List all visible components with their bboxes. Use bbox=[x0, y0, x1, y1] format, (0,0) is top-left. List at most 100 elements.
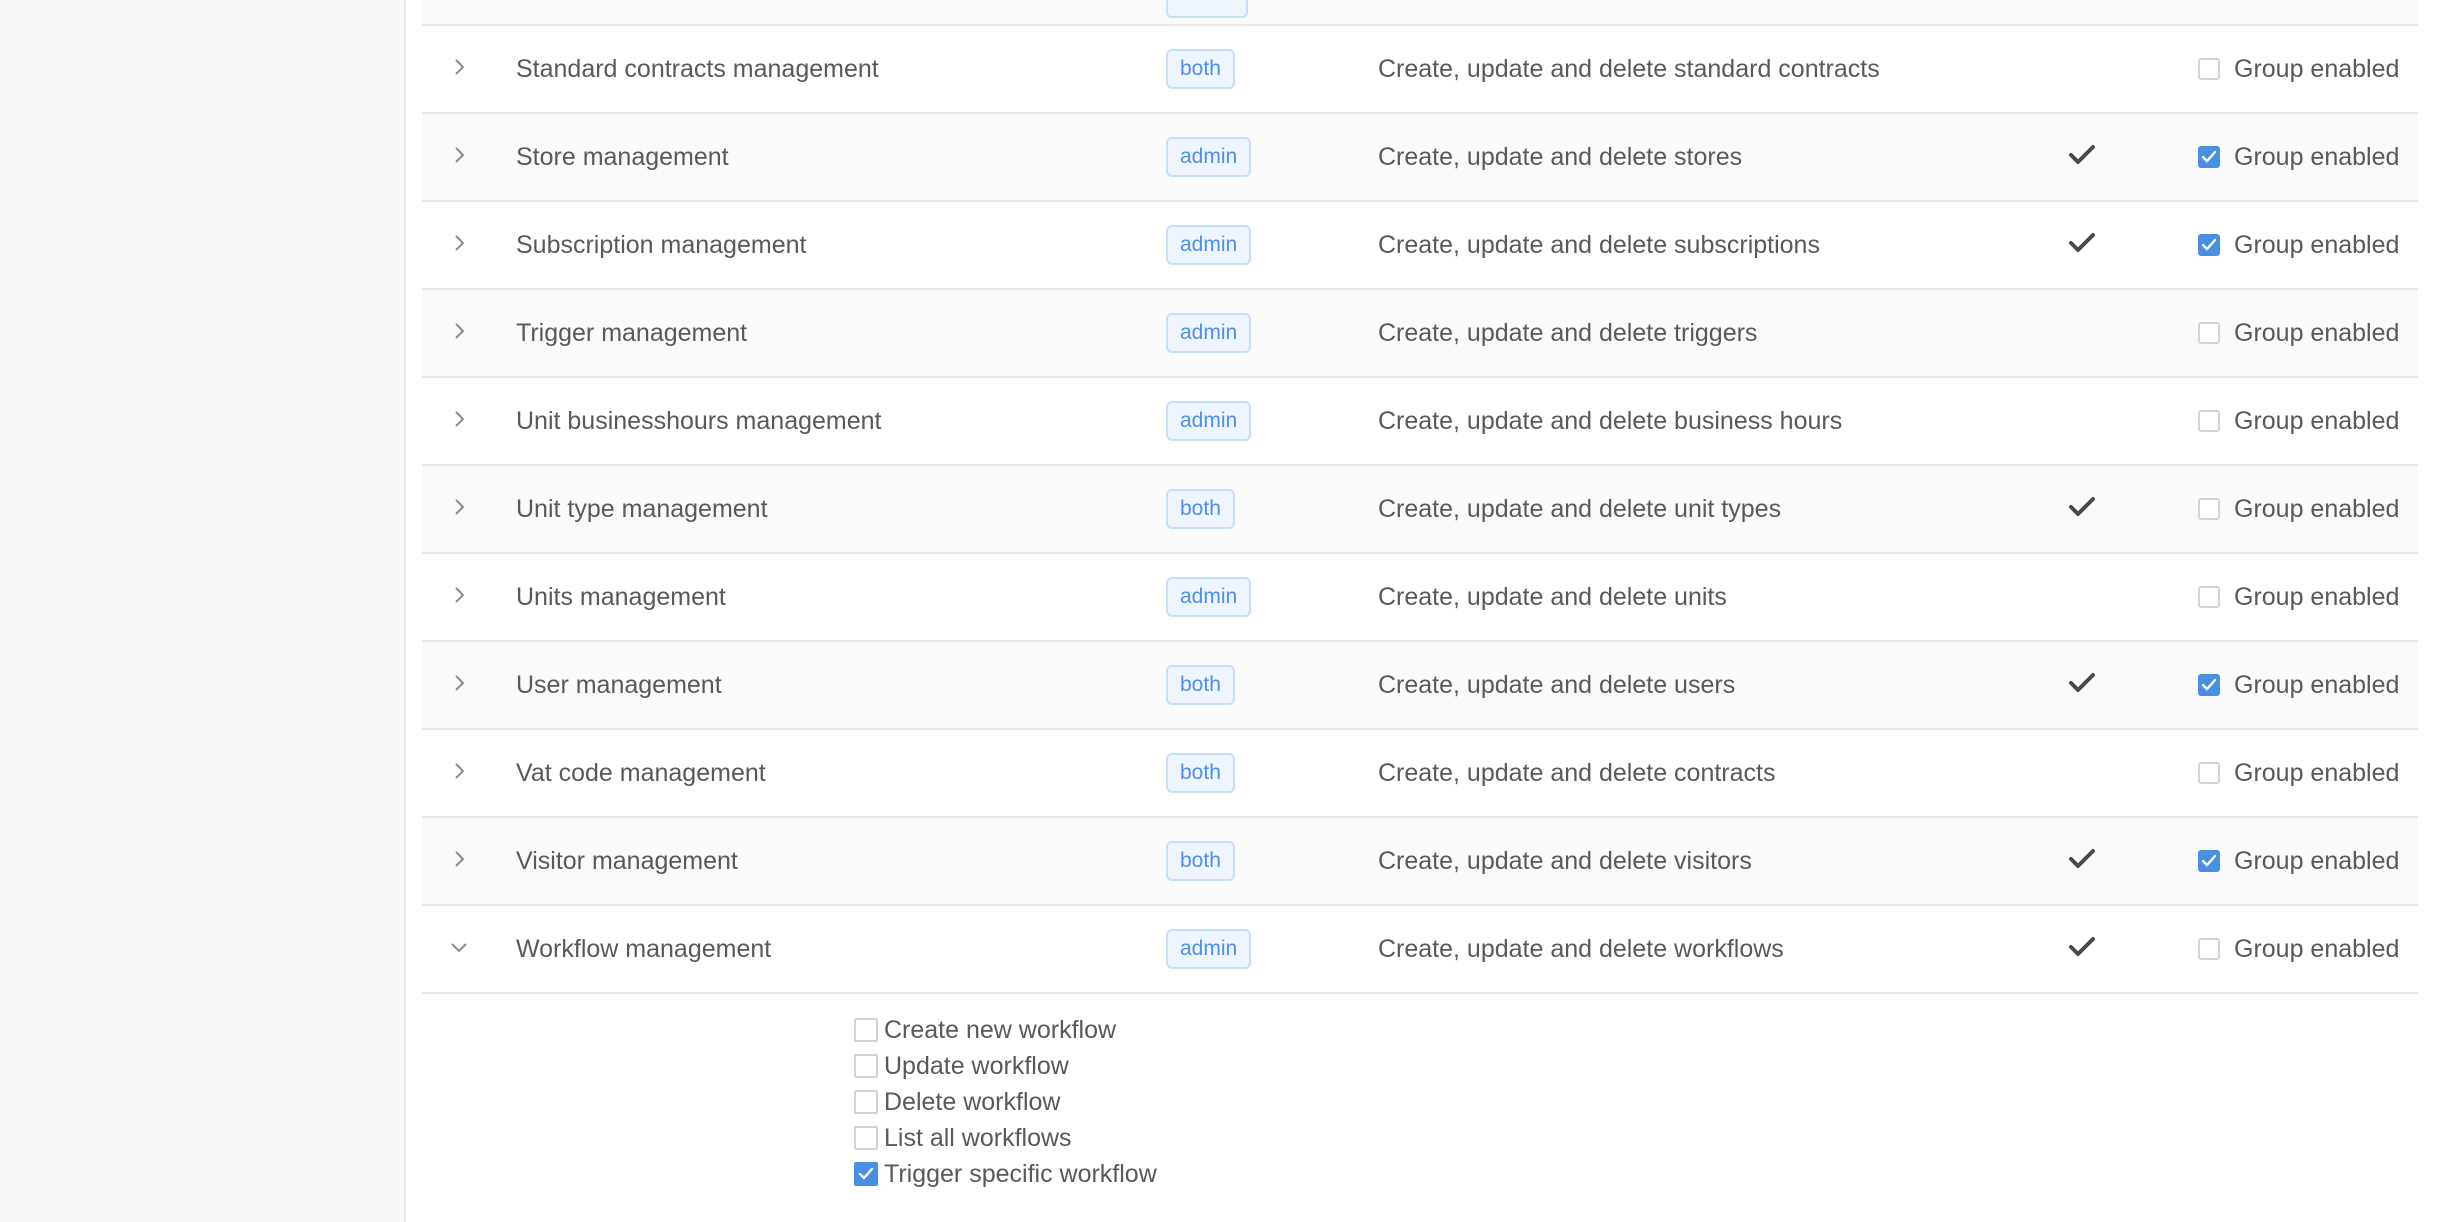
sidebar bbox=[0, 0, 406, 1222]
chevron-right-icon bbox=[449, 145, 469, 170]
permission-item[interactable]: Trigger specific workflow bbox=[854, 1156, 1157, 1192]
expand-row-button[interactable] bbox=[444, 730, 474, 816]
expand-row-button[interactable] bbox=[444, 642, 474, 728]
chevron-right-icon bbox=[449, 585, 469, 610]
group-enabled-label: Group enabled bbox=[2234, 406, 2400, 435]
module-description: Create, update and delete contracts bbox=[1378, 758, 1776, 787]
permission-item[interactable]: Update workflow bbox=[854, 1048, 1157, 1084]
permission-checkbox[interactable] bbox=[854, 1018, 878, 1042]
group-enabled-checkbox[interactable] bbox=[2198, 410, 2220, 432]
group-enabled-checkbox[interactable] bbox=[2198, 234, 2220, 256]
module-description: Create, update and delete stores bbox=[1378, 142, 1743, 171]
group-enabled-toggle[interactable]: Group enabled bbox=[2198, 202, 2399, 288]
role-badge: both bbox=[1166, 489, 1235, 529]
default-cell bbox=[2064, 642, 2100, 728]
group-enabled-label: Group enabled bbox=[2234, 230, 2400, 259]
expand-row-button[interactable] bbox=[444, 554, 474, 640]
group-enabled-checkbox[interactable] bbox=[2198, 674, 2220, 696]
expand-row-button[interactable] bbox=[444, 114, 474, 200]
permission-checkbox[interactable] bbox=[854, 1054, 878, 1078]
chevron-right-icon bbox=[449, 497, 469, 522]
permission-item[interactable]: Create new workflow bbox=[854, 1012, 1157, 1048]
expand-row-button[interactable] bbox=[444, 466, 474, 552]
group-enabled-checkbox[interactable] bbox=[2198, 58, 2220, 80]
role-badge: admin bbox=[1166, 401, 1252, 441]
group-enabled-toggle[interactable]: Group enabled bbox=[2198, 466, 2399, 552]
permission-item[interactable]: Delete workflow bbox=[854, 1084, 1157, 1120]
group-enabled-toggle[interactable]: Group enabled bbox=[2198, 26, 2399, 112]
group-enabled-toggle[interactable]: Group enabled bbox=[2198, 730, 2399, 816]
permission-checkbox[interactable] bbox=[854, 1090, 878, 1114]
group-enabled-checkbox[interactable] bbox=[2198, 938, 2220, 960]
module-name: Trigger management bbox=[516, 318, 748, 347]
group-enabled-label: Group enabled bbox=[2234, 582, 2400, 611]
chevron-right-icon bbox=[449, 233, 469, 258]
checkmark-icon bbox=[2068, 231, 2096, 260]
group-enabled-checkbox[interactable] bbox=[2198, 586, 2220, 608]
checkmark-icon bbox=[2068, 495, 2096, 524]
chevron-right-icon bbox=[449, 321, 469, 346]
group-enabled-toggle[interactable]: Group enabled bbox=[2198, 642, 2399, 728]
group-enabled-toggle[interactable]: Group enabled bbox=[2198, 114, 2399, 200]
chevron-right-icon bbox=[449, 849, 469, 874]
group-enabled-label: Group enabled bbox=[2234, 846, 2400, 875]
role-badge: both bbox=[1166, 49, 1235, 89]
permission-item[interactable]: List all workflows bbox=[854, 1120, 1157, 1156]
table-body: Standard contracts management both Create,… bbox=[422, 26, 2418, 994]
chevron-right-icon bbox=[449, 673, 469, 698]
role-cell: both bbox=[1166, 818, 1235, 904]
table-row: Workflow management admin Create, update a… bbox=[422, 906, 2418, 994]
role-badge: both bbox=[1166, 841, 1235, 881]
group-enabled-toggle[interactable]: Group enabled bbox=[2198, 906, 2399, 992]
table-row: User management both Create, update and de… bbox=[422, 642, 2418, 730]
permission-label: Trigger specific workflow bbox=[884, 1159, 1157, 1188]
checkmark-icon bbox=[2068, 143, 2096, 172]
table-row: Visitor management both Create, update and… bbox=[422, 818, 2418, 906]
table-row-partial bbox=[422, 0, 2418, 26]
expand-row-button[interactable] bbox=[444, 818, 474, 904]
module-description: Create, update and delete units bbox=[1378, 582, 1727, 611]
group-enabled-checkbox[interactable] bbox=[2198, 762, 2220, 784]
role-badge: both bbox=[1166, 753, 1235, 793]
checkmark-icon bbox=[2068, 671, 2096, 700]
group-enabled-toggle[interactable]: Group enabled bbox=[2198, 378, 2399, 464]
chevron-down-icon bbox=[449, 937, 469, 962]
expand-row-button[interactable] bbox=[444, 26, 474, 112]
role-badge: admin bbox=[1166, 225, 1252, 265]
permission-checkbox[interactable] bbox=[854, 1162, 878, 1186]
default-cell bbox=[2064, 906, 2100, 992]
permission-label: Update workflow bbox=[884, 1051, 1069, 1080]
expand-row-button[interactable] bbox=[444, 290, 474, 376]
role-cell: both bbox=[1166, 466, 1235, 552]
role-cell: admin bbox=[1166, 290, 1252, 376]
table-row: Store management admin Create, update and … bbox=[422, 114, 2418, 202]
group-enabled-toggle[interactable]: Group enabled bbox=[2198, 554, 2399, 640]
default-cell bbox=[2064, 26, 2100, 112]
default-cell bbox=[2064, 554, 2100, 640]
group-enabled-checkbox[interactable] bbox=[2198, 850, 2220, 872]
role-cell: admin bbox=[1166, 202, 1252, 288]
group-enabled-toggle[interactable]: Group enabled bbox=[2198, 818, 2399, 904]
permission-label: Create new workflow bbox=[884, 1015, 1117, 1044]
group-enabled-checkbox[interactable] bbox=[2198, 322, 2220, 344]
default-cell bbox=[2064, 202, 2100, 288]
group-enabled-checkbox[interactable] bbox=[2198, 498, 2220, 520]
module-name: Store management bbox=[516, 142, 729, 171]
chevron-right-icon bbox=[449, 409, 469, 434]
chevron-right-icon bbox=[449, 761, 469, 786]
expand-row-button[interactable] bbox=[444, 378, 474, 464]
permission-checkbox[interactable] bbox=[854, 1126, 878, 1150]
default-cell bbox=[2064, 818, 2100, 904]
table-row: Standard contracts management both Create,… bbox=[422, 26, 2418, 114]
expanded-permissions-list: Create new workflow Update workflow Delete… bbox=[854, 1012, 1157, 1192]
group-enabled-checkbox[interactable] bbox=[2198, 146, 2220, 168]
role-badge: both bbox=[1166, 665, 1235, 705]
default-cell bbox=[2064, 730, 2100, 816]
expand-row-button[interactable] bbox=[444, 202, 474, 288]
group-enabled-toggle[interactable]: Group enabled bbox=[2198, 290, 2399, 376]
role-badge: admin bbox=[1166, 577, 1252, 617]
module-name: Unit businesshours management bbox=[516, 406, 882, 435]
role-cell: admin bbox=[1166, 554, 1252, 640]
collapse-row-button[interactable] bbox=[444, 906, 474, 992]
table-row: Unit businesshours management admin Create… bbox=[422, 378, 2418, 466]
